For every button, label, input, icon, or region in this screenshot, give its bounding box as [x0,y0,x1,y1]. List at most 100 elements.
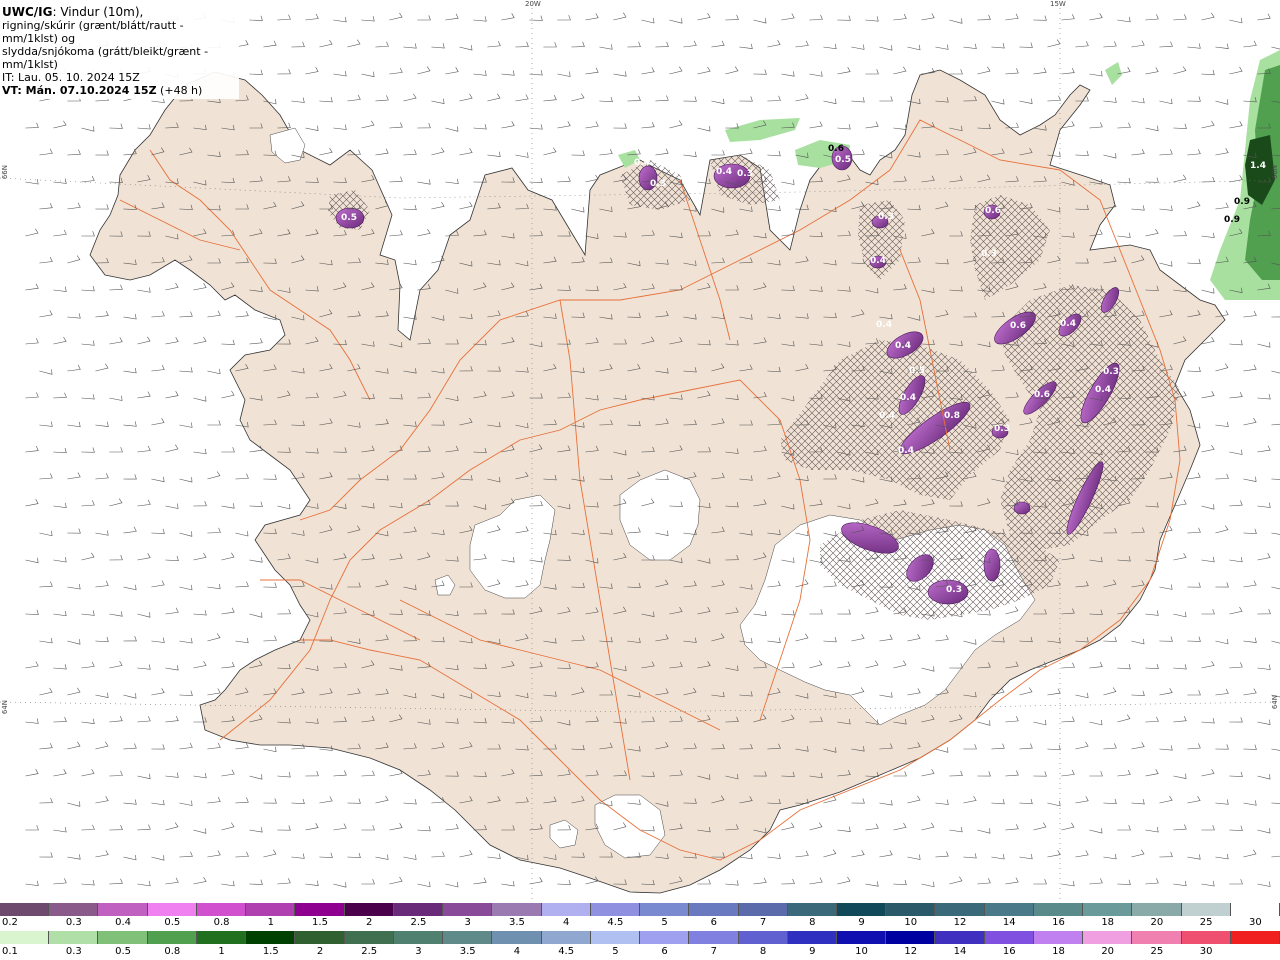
precip-value-label: 0.8 [944,411,960,421]
legend-label: 10 [904,917,918,928]
legend-label: 2 [366,917,373,928]
legend-label: 5 [661,917,668,928]
legend-swatch [541,931,591,944]
precip-value-label: 0.4 [870,256,886,266]
precip-value-label: 0.4 [1060,319,1076,329]
legend-label: 0.3 [65,946,82,957]
precip-value-label: 0.3 [737,169,753,179]
legend-swatch [196,931,247,944]
precip-value-label: 0.6 [1010,321,1026,331]
legend-label: 0.8 [213,917,230,928]
legend-swatch [1033,903,1084,916]
legend-swatch [1033,931,1084,944]
legend-label: 3 [464,917,471,928]
legend-label: 8 [759,946,767,957]
precip-value-label: 0.3 [878,212,894,222]
precip-value-label: 0.3 [650,179,666,189]
legend-swatch [738,931,788,944]
legend-label: 4.5 [607,917,624,928]
legend-label: 0.1 [2,946,18,957]
rain-legend-bar [0,931,1280,944]
legend-swatch [49,931,99,944]
legend-label: 9 [858,917,865,928]
legend-label: 6 [710,917,718,928]
legend-swatch [344,903,394,916]
precip-value-label: 0.3 [994,424,1010,434]
legend-label: 10 [855,946,868,957]
legend-label: 0.3 [65,917,82,928]
legend-swatch [344,931,394,944]
legend-swatch [836,931,887,944]
snow-legend-labels: 0.2 0.3 0.4 0.5 0.8 1 1.5 2 2.5 3 3.5 4 4.5 5 6 7 8 9 10 12… [0,917,1280,929]
legend-swatch [393,931,444,944]
legend-label: 2.5 [410,917,427,928]
legend-label: 30 [1249,917,1262,928]
legend-swatch [147,903,197,916]
legend-label: 20 [1150,917,1164,928]
legend-label: 16 [1002,946,1016,957]
precip-value-label: 0.4 [716,167,732,177]
legend-label: 12 [904,946,918,957]
legend-swatch [935,903,985,916]
legend-label: 0.5 [115,946,132,957]
title-line2: rigning/skúrir (grænt/blátt/rautt - mm/1… [2,19,184,45]
legend-label: 1 [218,946,225,957]
legend-label: 0.5 [164,917,181,928]
lat-label-66n-left: 66N [1,165,9,180]
lon-label-20w: 20W [525,0,541,8]
legend-label: 8 [809,917,816,928]
legend-swatch [984,931,1034,944]
legend-swatch [1132,931,1182,944]
lat-label-64n-left: 64N [1,700,9,715]
legend-label: 3.5 [459,946,476,957]
precip-value-label: 0.4 [895,341,911,351]
legend-swatch [0,931,50,944]
legend-label: 9 [809,946,816,957]
legend-swatch [689,903,739,916]
legend-swatch [689,931,739,944]
title-line3: slydda/snjókoma (grátt/bleikt/grænt - mm… [2,45,209,71]
legend-swatch [393,903,444,916]
legend-label: 25 [1150,946,1164,957]
legend-swatch [738,903,788,916]
lat-label-66n-right: 66N [1271,165,1279,180]
precip-value-label: 0.4 [876,320,892,330]
legend-label: 20 [1101,946,1115,957]
legend-label: 3.5 [508,917,525,928]
legend-label: 6 [661,946,668,957]
legend-label: 18 [1052,946,1065,957]
precip-value-label: 0.6 [828,144,844,154]
legend-swatch [640,931,690,944]
precip-value-label: 0.4 [634,158,650,168]
precip-value-label: 0.3 [1103,367,1119,377]
legend-swatch [246,903,296,916]
model-name: UWC/IG [2,5,53,19]
legend-swatch [443,931,493,944]
legend-swatch [98,931,148,944]
legend-swatch [541,903,591,916]
legend-label: 2.5 [361,946,378,957]
legend-swatch [1083,931,1133,944]
legend-swatch [1230,903,1280,916]
precip-value-label: 0.6 [1034,390,1050,400]
legend-label: 3 [415,946,422,957]
precip-value-label: 0.4 [1095,385,1111,395]
legend-swatch [640,903,690,916]
precip-value-label: 0.4 [898,446,914,456]
legend-swatch [147,931,197,944]
legend-label: 4.5 [558,946,575,957]
legend-swatch [49,903,99,916]
precip-value-label: 0.3 [946,585,962,595]
legend-label: 12 [953,917,967,928]
lat-label-64n-right: 64N [1271,695,1279,710]
title-line1: : Vindur (10m), [52,5,144,19]
legend-swatch [443,903,493,916]
precip-value-label: 0.4 [879,411,895,421]
forecast-hour: (+48 h) [156,84,203,97]
legend-swatch [1181,931,1231,944]
legend-label: 5 [612,946,619,957]
precip-value-label: 0.3 [981,249,997,259]
legend-swatch [886,931,936,944]
legend-swatch [246,931,296,944]
legend-label: 14 [1002,917,1016,928]
